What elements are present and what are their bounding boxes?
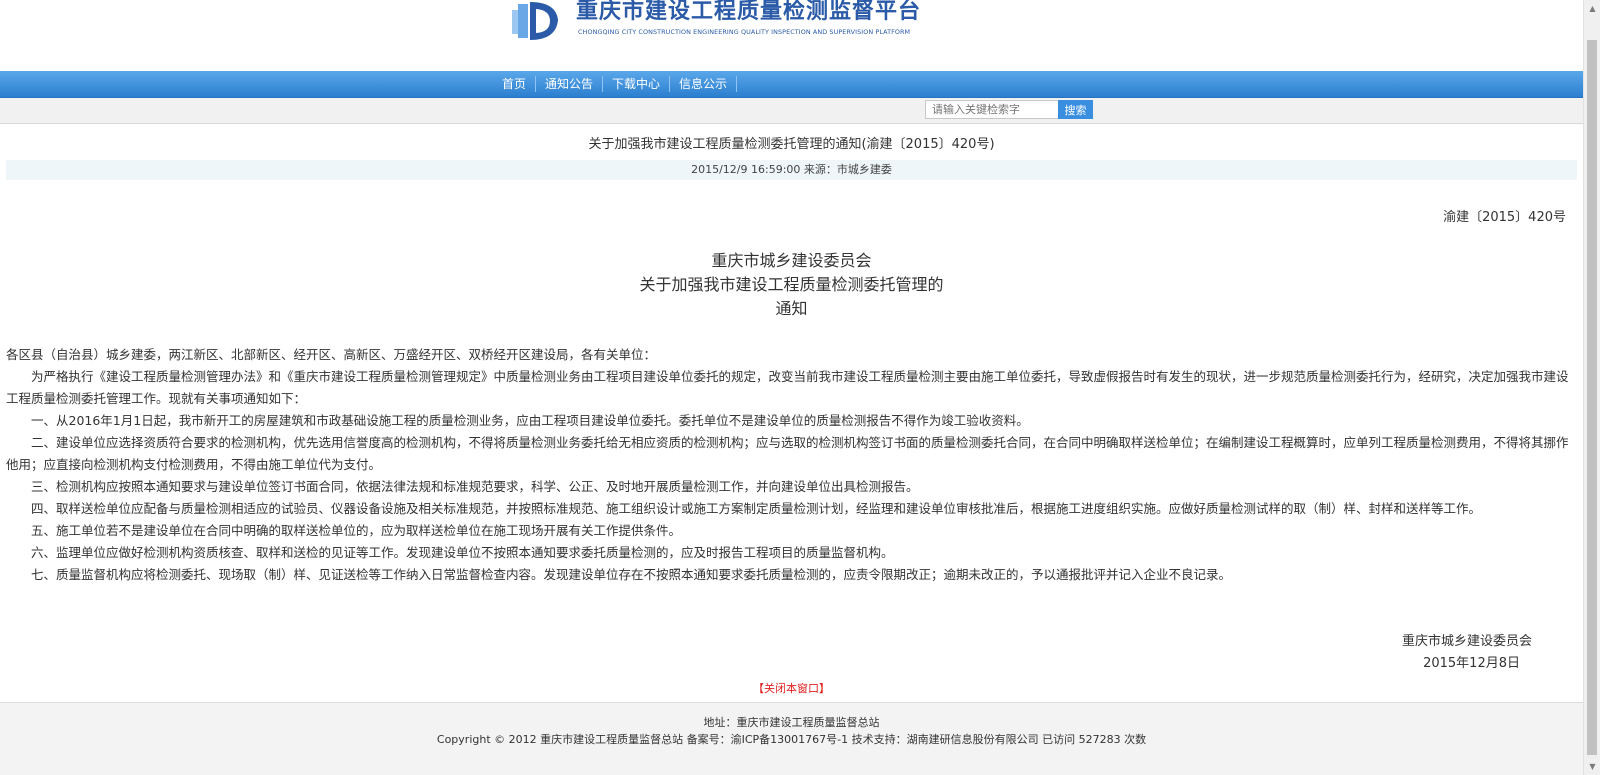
scroll-up-arrow-icon[interactable]: ▲: [1584, 0, 1600, 17]
document-number: 渝建〔2015〕420号: [1443, 210, 1566, 225]
heading-line: 通知: [775, 299, 808, 318]
search-bar: 搜索: [0, 98, 1583, 124]
article-meta: 2015/12/9 16:59:00 来源：市城乡建委: [6, 160, 1577, 180]
heading-line: 关于加强我市建设工程质量检测委托管理的: [639, 275, 944, 294]
article-title: 关于加强我市建设工程质量检测委托管理的通知(渝建〔2015〕420号): [588, 137, 995, 152]
paragraph: 三、检测机构应按照本通知要求与建设单位签订书面合同，依据法律法规和标准规范要求，…: [31, 479, 919, 494]
footer: 地址：重庆市建设工程质量监督总站 Copyright © 2012 重庆市建设工…: [0, 702, 1583, 775]
scroll-thumb[interactable]: [1587, 40, 1597, 755]
page: 重庆市建设工程质量检测监督平台 CHONGQING CITY CONSTRUCT…: [0, 0, 1583, 775]
article-body: 各区县（自治县）城乡建委，两江新区、北部新区、经开区、高新区、万盛经开区、双桥经…: [6, 344, 1579, 586]
signature-date: 2015年12月8日: [1423, 656, 1520, 671]
platform-logo-icon: [512, 2, 558, 40]
nav-divider: [736, 76, 738, 92]
nav-item-home[interactable]: 首页: [493, 71, 535, 97]
paragraph: 为严格执行《建设工程质量检测管理办法》和《重庆市建设工程质量检测管理规定》中质量…: [6, 369, 1569, 406]
vertical-scrollbar[interactable]: ▲ ▼: [1583, 0, 1600, 775]
logo-subtitle: CHONGQING CITY CONSTRUCTION ENGINEERING …: [578, 28, 911, 36]
close-window-link[interactable]: 【关闭本窗口】: [0, 680, 1583, 696]
nav-items: 首页 通知公告 下载中心 信息公示: [493, 71, 738, 97]
main-nav: 首页 通知公告 下载中心 信息公示: [0, 71, 1583, 98]
signature-org: 重庆市城乡建设委员会: [1401, 634, 1532, 649]
salutation: 各区县（自治县）城乡建委，两江新区、北部新区、经开区、高新区、万盛经开区、双桥经…: [6, 347, 657, 362]
paragraph: 二、建设单位应选择资质符合要求的检测机构，优先选用信誉度高的检测机构，不得将质量…: [6, 435, 1569, 472]
footer-copyright: Copyright © 2012 重庆市建设工程质量监督总站 备案号：渝ICP备…: [436, 733, 1147, 746]
nav-item-downloads[interactable]: 下载中心: [603, 71, 669, 97]
footer-address: 地址：重庆市建设工程质量监督总站: [703, 716, 880, 729]
paragraph: 六、监理单位应做好检测机构资质核查、取样和送检的见证等工作。发现建设单位不按照本…: [31, 545, 894, 560]
nav-item-info[interactable]: 信息公示: [670, 71, 736, 97]
scroll-down-arrow-icon[interactable]: ▼: [1584, 758, 1600, 775]
search-input[interactable]: [925, 100, 1064, 119]
paragraph: 四、取样送检单位应配备与质量检测相适应的试验员、仪器设备设施及相关标准规范，并按…: [31, 501, 1482, 516]
paragraph: 一、从2016年1月1日起，我市新开工的房屋建筑和市政基础设施工程的质量检测业务…: [31, 413, 1029, 428]
paragraph: 五、施工单位若不是建设单位在合同中明确的取样送检单位的，应为取样送检单位在施工现…: [31, 523, 682, 538]
search-button[interactable]: 搜索: [1058, 100, 1093, 119]
nav-item-notices[interactable]: 通知公告: [536, 71, 602, 97]
paragraph: 七、质量监督机构应将检测委托、现场取（制）样、见证送检等工作纳入日常监督检查内容…: [31, 567, 1232, 582]
logo-title: 重庆市建设工程质量检测监督平台: [576, 0, 922, 24]
document-heading: 重庆市城乡建设委员会 关于加强我市建设工程质量检测委托管理的 通知: [0, 249, 1583, 321]
heading-line: 重庆市城乡建设委员会: [711, 251, 872, 270]
